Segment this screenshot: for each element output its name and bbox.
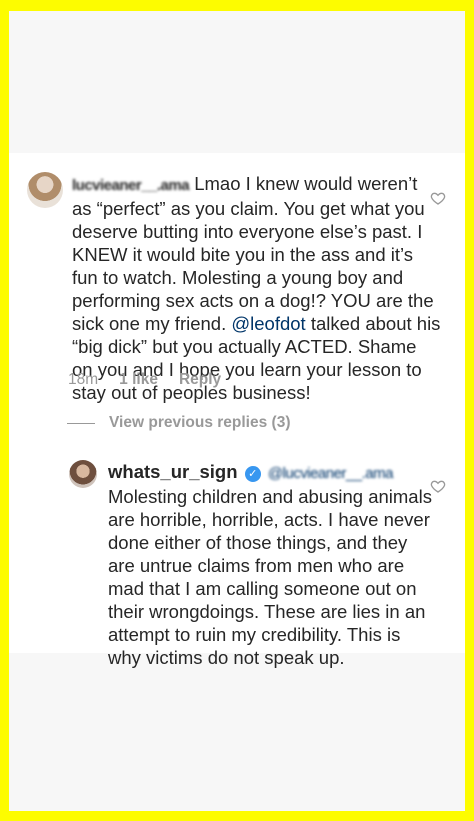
comments-panel: lucvieaner__.ama Lmao I knew would weren… <box>9 153 465 668</box>
comment-likes[interactable]: 1 like <box>119 371 158 389</box>
avatar[interactable] <box>27 172 63 208</box>
reply-body: whats_ur_sign ✓ @lucvieaner__.ama Molest… <box>108 460 438 669</box>
heart-icon[interactable] <box>430 190 446 206</box>
reply-username[interactable]: whats_ur_sign <box>108 461 238 482</box>
heart-icon[interactable] <box>430 478 446 494</box>
verified-badge-icon: ✓ <box>244 466 261 482</box>
comment-time: 18m <box>68 371 99 388</box>
comment-text: Lmao I knew would weren’t as “perfect” a… <box>72 173 439 334</box>
avatar[interactable] <box>69 460 97 488</box>
replies-divider <box>67 422 95 424</box>
comment-username[interactable]: lucvieaner__.ama <box>72 177 190 194</box>
mention-link[interactable]: @leofdot <box>231 313 305 334</box>
view-previous-replies[interactable]: View previous replies (3) <box>67 414 290 432</box>
comment-meta: 18m 1 like Reply <box>68 371 221 389</box>
reply-text: Molesting children and abusing animals a… <box>108 486 438 668</box>
mention-link[interactable]: @lucvieaner__.ama <box>268 465 394 482</box>
comment-body: lucvieaner__.ama Lmao I knew would weren… <box>72 172 442 404</box>
view-previous-replies-label[interactable]: View previous replies (3) <box>109 414 290 432</box>
reply-button[interactable]: Reply <box>179 371 221 389</box>
